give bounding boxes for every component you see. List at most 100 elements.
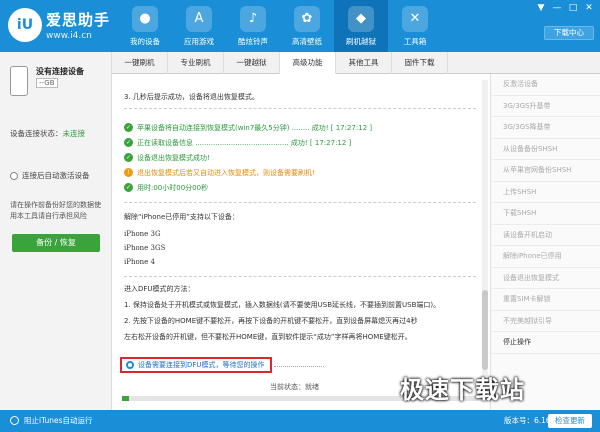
- log-line: ✓ 设备退出恢复模式成功!: [124, 150, 372, 165]
- app-store-icon: A: [186, 6, 212, 32]
- check-icon: ✓: [124, 153, 133, 162]
- nav-ringtones[interactable]: ♪ 酷炫铃声: [226, 0, 280, 52]
- tab-advanced[interactable]: 高级功能: [280, 52, 336, 74]
- check-icon: ✓: [124, 123, 133, 132]
- nav-label: 工具箱: [403, 37, 427, 46]
- tab-firmware-download[interactable]: 固件下载: [392, 52, 448, 74]
- check-icon: ✓: [124, 138, 133, 147]
- device-name: 没有连接设备: [36, 67, 84, 76]
- nav-my-device[interactable]: ● 我的设备: [118, 0, 172, 52]
- dfu-method-title: 进入DFU模式的方法：: [124, 285, 195, 293]
- dfu-step: 左右松开设备的开机键，但不要松开HOME键，直到软件提示“成功”字样再将HOME…: [124, 333, 412, 341]
- func-deactivate[interactable]: 反激活设备: [491, 74, 600, 96]
- func-download-shsh[interactable]: 下载SHSH: [491, 203, 600, 225]
- divider: [124, 202, 476, 203]
- dfu-step: 2. 先按下设备的HOME键不要松开，再按下设备的开机键不要松开，直到设备屏幕熄…: [124, 317, 418, 325]
- device-panel: 没有连接设备 --GB 设备连接状态：未连接 连接后自动激活设备 请在操作前备份…: [0, 52, 112, 410]
- maximize-icon[interactable]: □: [566, 2, 580, 14]
- nav-label: 高清壁纸: [292, 37, 322, 46]
- current-status-value: 就绪: [305, 383, 319, 391]
- log-scrollbar[interactable]: [482, 80, 488, 376]
- function-tabs: 一键刷机 专业刷机 一键越狱 高级功能 其他工具 固件下载: [112, 52, 600, 74]
- dfu-status-text: 设备需要连接到DFU模式，等待您的操作: [138, 361, 265, 369]
- status-bar: 阻止iTunes自动运行 版本号：6.16 检查更新: [0, 410, 600, 432]
- nav-apps[interactable]: A 应用游戏: [172, 0, 226, 52]
- divider: [124, 276, 476, 277]
- i4-logo: iU: [8, 8, 42, 42]
- progress-fill: [122, 396, 130, 401]
- apple-icon: ●: [132, 6, 158, 32]
- func-read-boot[interactable]: 读设备开机启动: [491, 225, 600, 246]
- func-reset-sim-unlock[interactable]: 重置SIM卡解锁: [491, 289, 600, 311]
- current-status: 当前状态：就绪: [270, 382, 319, 392]
- dfu-step: 1. 保持设备处于开机模式或恢复模式，插入数据线(请不要使用USB延长线，不要插…: [124, 301, 441, 309]
- func-unlock-disabled[interactable]: 解除iPhone已停用: [491, 246, 600, 268]
- top-header: iU 爱思助手 www.i4.cn ● 我的设备 A 应用游戏 ♪ 酷炫铃声 ✿…: [0, 0, 600, 52]
- advanced-functions-list: 反激活设备 3G/3GS升基带 3G/3GS降基带 从设备备份SHSH 从苹果官…: [490, 74, 600, 410]
- connection-label: 设备连接状态：: [10, 129, 63, 138]
- status-dot-icon: [126, 361, 134, 369]
- brand-name: 爱思助手: [46, 11, 111, 29]
- nav-flash-jailbreak[interactable]: ◆ 刷机越狱: [334, 0, 388, 52]
- tab-other-tools[interactable]: 其他工具: [336, 52, 392, 74]
- model-item: iPhone 4: [124, 258, 156, 266]
- func-stop-operation[interactable]: 停止操作: [491, 332, 600, 354]
- func-upgrade-baseband[interactable]: 3G/3GS升基带: [491, 96, 600, 117]
- log-text: 设备退出恢复模式成功!: [137, 153, 210, 162]
- current-status-label: 当前状态：: [270, 383, 305, 391]
- step-3-text: 3. 几秒后提示成功，设备将退出恢复模式。: [124, 93, 259, 101]
- nav-label: 应用游戏: [184, 37, 214, 46]
- log-text: 用时:00小时00分00秒: [137, 183, 209, 192]
- menu-icon[interactable]: ▼: [534, 2, 548, 14]
- supported-devices-title: 解除“iPhone已停用”支持以下设备：: [124, 213, 239, 221]
- block-itunes-option[interactable]: 阻止iTunes自动运行: [24, 415, 93, 426]
- radio-icon[interactable]: [10, 171, 18, 180]
- dfu-status-highlight: 设备需要连接到DFU模式，等待您的操作: [120, 357, 272, 373]
- dropbox-icon: ◆: [348, 6, 374, 32]
- tab-one-click-flash[interactable]: 一键刷机: [112, 52, 168, 74]
- log-line: ✓ 苹果设备将自动连接到恢复模式(win7最久5分钟) ........ 成功!…: [124, 120, 372, 135]
- nav-label: 我的设备: [130, 37, 160, 46]
- minimize-icon[interactable]: —: [550, 2, 564, 14]
- radio-icon[interactable]: [10, 416, 19, 425]
- connection-status: 设备连接状态：未连接: [10, 128, 85, 139]
- func-upload-shsh[interactable]: 上传SHSH: [491, 182, 600, 203]
- operation-log: 3. 几秒后提示成功，设备将退出恢复模式。 ✓ 苹果设备将自动连接到恢复模式(w…: [120, 80, 482, 384]
- warning-icon: !: [124, 168, 133, 177]
- scrollbar-thumb[interactable]: [482, 290, 488, 370]
- connection-value: 未连接: [62, 129, 86, 138]
- auto-activate-label: 连接后自动激活设备: [22, 171, 90, 180]
- func-tethered-boot[interactable]: 不完美越狱引导: [491, 311, 600, 332]
- tools-icon: ✕: [402, 6, 428, 32]
- func-exit-recovery[interactable]: 设备退出恢复模式: [491, 268, 600, 289]
- watermark: 极速下载站: [400, 376, 525, 404]
- close-icon[interactable]: ✕: [582, 2, 596, 14]
- func-downgrade-baseband[interactable]: 3G/3GS降基带: [491, 117, 600, 139]
- tab-pro-flash[interactable]: 专业刷机: [168, 52, 224, 74]
- backup-restore-button[interactable]: 备份 / 恢复: [12, 234, 100, 252]
- log-line: ✓ 正在读取设备信息 .............................…: [124, 135, 372, 150]
- log-list: ✓ 苹果设备将自动连接到恢复模式(win7最久5分钟) ........ 成功!…: [124, 120, 372, 195]
- dotted-trail: [274, 366, 324, 367]
- func-backup-shsh-apple[interactable]: 从苹果官网备份SHSH: [491, 160, 600, 182]
- bell-icon: ♪: [240, 6, 266, 32]
- nav-toolbox[interactable]: ✕ 工具箱: [388, 0, 442, 52]
- func-backup-shsh-device[interactable]: 从设备备份SHSH: [491, 139, 600, 160]
- main-nav: ● 我的设备 A 应用游戏 ♪ 酷炫铃声 ✿ 高清壁纸 ◆ 刷机越狱 ✕ 工具箱: [118, 0, 442, 52]
- log-text: 退出恢复模式后若又自动进入恢复模式，则设备需要刷机!: [137, 168, 315, 177]
- version-number: 版本号：6.16: [504, 416, 551, 425]
- model-item: iPhone 3GS: [124, 244, 166, 252]
- flower-icon: ✿: [294, 6, 320, 32]
- model-item: iPhone 3G: [124, 230, 161, 238]
- auto-activate-option[interactable]: 连接后自动激活设备: [10, 170, 90, 181]
- device-capacity: --GB: [36, 78, 58, 88]
- tab-jailbreak[interactable]: 一键越狱: [224, 52, 280, 74]
- download-center-button[interactable]: 下载中心: [544, 26, 594, 40]
- log-text: 苹果设备将自动连接到恢复模式(win7最久5分钟) ........ 成功! […: [137, 123, 373, 132]
- log-text: 正在读取设备信息 ...............................…: [137, 138, 352, 147]
- nav-wallpapers[interactable]: ✿ 高清壁纸: [280, 0, 334, 52]
- phone-icon: [10, 66, 28, 96]
- site-url: www.i4.cn: [46, 31, 92, 41]
- check-update-button[interactable]: 检查更新: [548, 414, 592, 428]
- backup-warning: 请在操作前备份好您的数据使用本工具请自行承担风险: [10, 201, 101, 220]
